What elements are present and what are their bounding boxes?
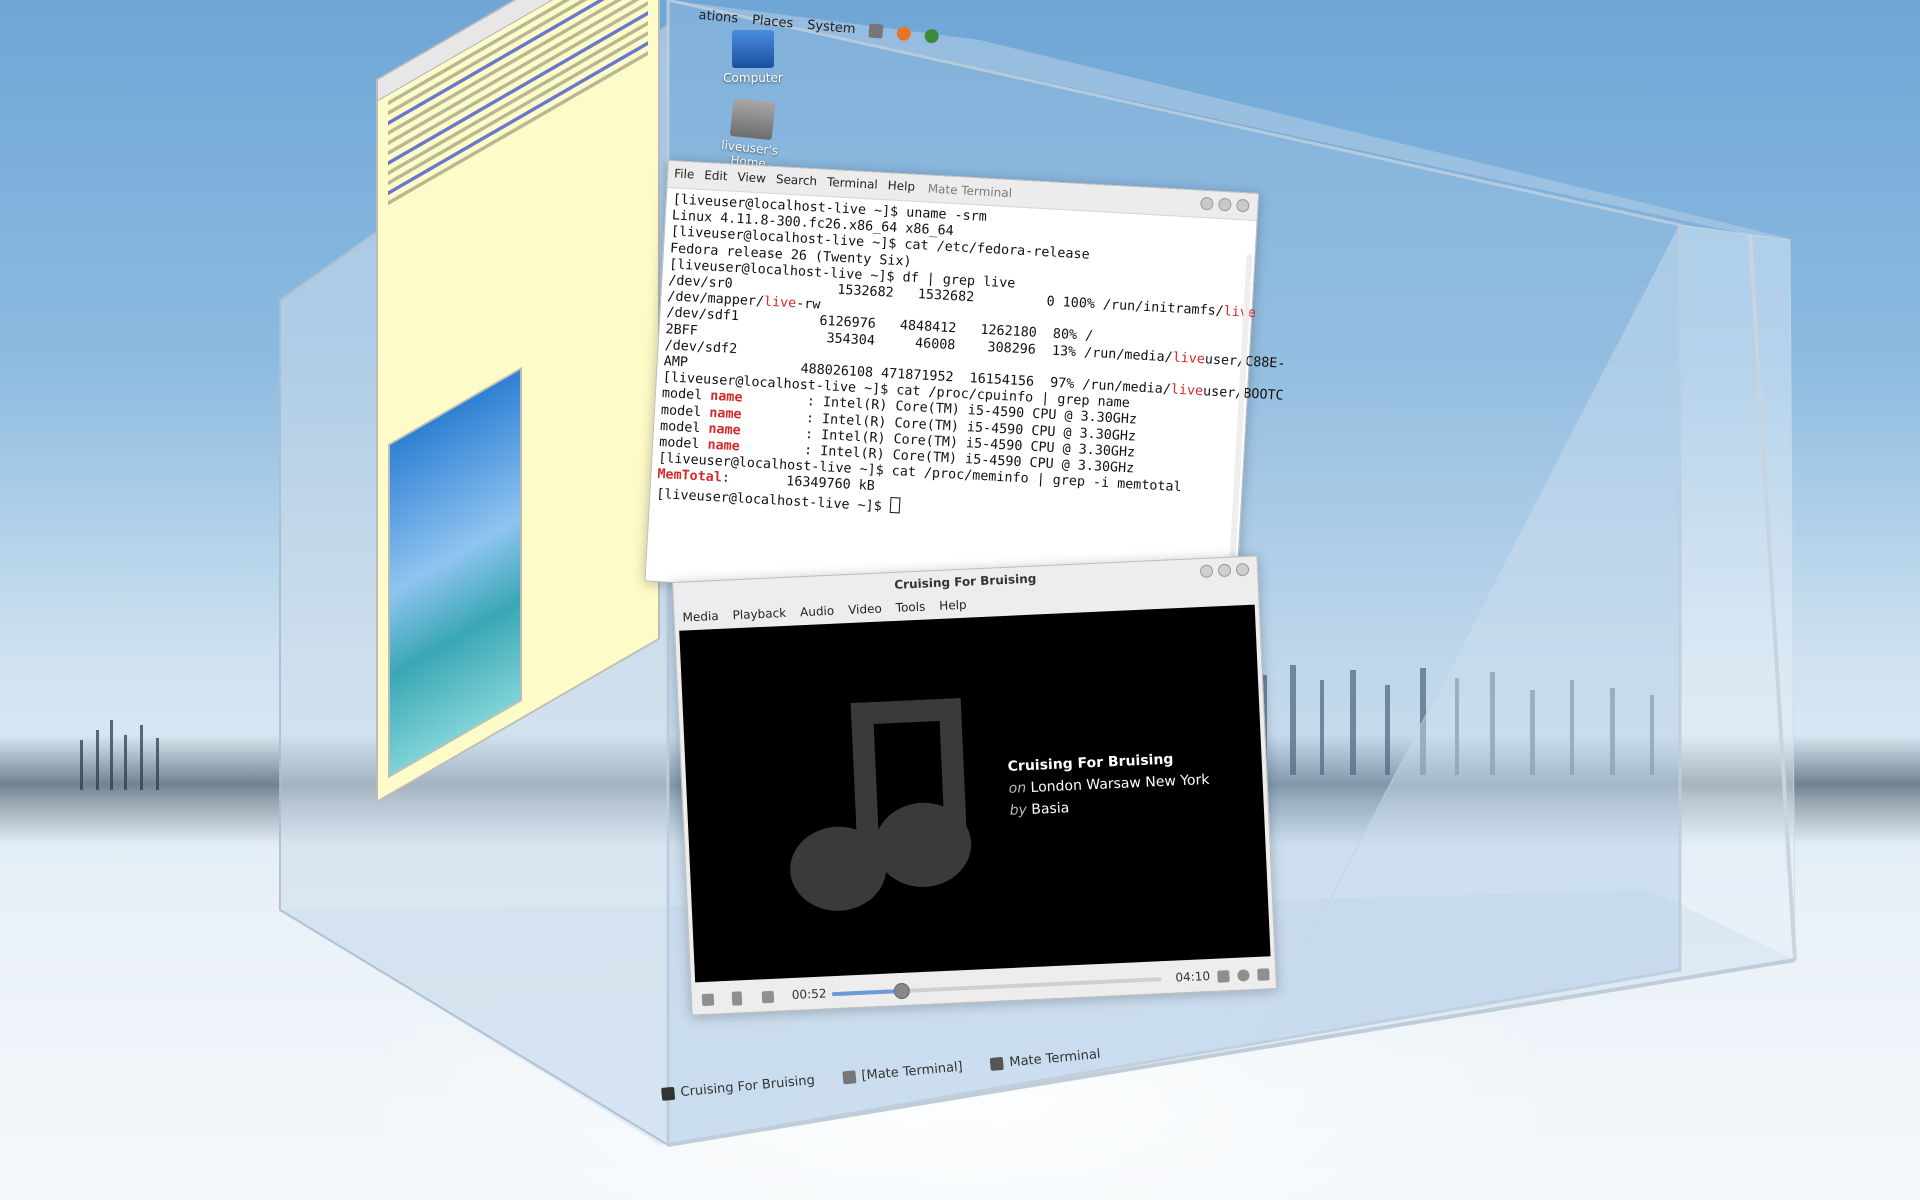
menu-file[interactable]: File (674, 166, 695, 181)
highlight-live: live (1172, 350, 1206, 367)
maximize-button[interactable] (1218, 197, 1232, 212)
terminal-line: model (659, 418, 709, 437)
task-label: Cruising For Bruising (679, 1072, 816, 1100)
media-player-window[interactable]: Cruising For Bruising Media Playback Aud… (672, 555, 1278, 1016)
menu-video[interactable]: Video (848, 598, 883, 622)
desktop-icon-label: Computer (723, 71, 783, 85)
terminal-icon (989, 1056, 1005, 1071)
next-icon[interactable] (761, 990, 775, 1004)
playlist-icon[interactable] (1237, 969, 1250, 982)
desktop-icon-computer[interactable]: Computer (708, 30, 798, 85)
terminal-output[interactable]: [liveuser@localhost-live ~]$ uname -srm … (650, 188, 1286, 535)
menu-terminal[interactable]: Terminal (827, 175, 878, 192)
terminal-launcher-icon[interactable] (868, 23, 884, 39)
music-note-icon (790, 698, 972, 911)
network-icon[interactable] (924, 28, 940, 44)
menu-help[interactable]: Help (887, 178, 915, 194)
play-icon (661, 1086, 676, 1101)
screenshot-image (388, 366, 522, 779)
terminal-window[interactable]: File Edit View Search Terminal Help Mate… (644, 160, 1286, 615)
video-area[interactable]: Cruising For Bruising on London Warsaw N… (679, 604, 1271, 983)
highlight-memtotal: MemTotal (656, 467, 723, 486)
menu-help[interactable]: Help (939, 594, 967, 617)
album-prefix: on (1008, 780, 1027, 797)
terminal-line: -rw (795, 296, 821, 313)
menu-playback[interactable]: Playback (732, 602, 786, 626)
panel-menu-system[interactable]: System (807, 17, 857, 36)
highlight-name: name (709, 389, 743, 406)
terminal-line: model (660, 402, 710, 421)
menu-edit[interactable]: Edit (704, 168, 728, 183)
previous-icon[interactable] (701, 993, 715, 1007)
highlight-live: live (1223, 304, 1257, 322)
firefox-icon[interactable] (896, 26, 912, 42)
close-button[interactable] (1235, 562, 1250, 577)
menu-audio[interactable]: Audio (800, 600, 835, 624)
panel-menu-places[interactable]: Places (751, 12, 794, 31)
highlight-live: live (1170, 382, 1204, 400)
task-media-player[interactable]: Cruising For Bruising (661, 1073, 815, 1102)
track-info: Cruising For Bruising on London Warsaw N… (1007, 747, 1211, 822)
maximize-button[interactable] (1217, 563, 1232, 578)
pause-icon[interactable] (731, 991, 743, 1006)
terminal-cursor (889, 496, 901, 514)
artist-prefix: by (1009, 802, 1028, 819)
task-terminal[interactable]: Mate Terminal (989, 1046, 1102, 1072)
terminal-line: model (661, 386, 711, 405)
taskbar: Cruising For Bruising [Mate Terminal] Ma… (660, 1025, 1221, 1112)
highlight-name: name (708, 405, 742, 423)
fullscreen-icon[interactable] (1217, 970, 1230, 983)
elapsed-time: 00:52 (791, 986, 827, 1002)
home-folder-icon (729, 97, 776, 141)
panel-menu-applications[interactable]: ations (698, 7, 739, 26)
task-label: [Mate Terminal] (860, 1059, 964, 1084)
menu-tools[interactable]: Tools (895, 596, 926, 619)
window-title: Cruising For Bruising (893, 571, 1037, 592)
close-button[interactable] (1235, 198, 1250, 213)
total-time: 04:10 (1175, 969, 1211, 985)
highlight-name: name (708, 421, 742, 439)
seek-progress (831, 989, 902, 997)
menu-view[interactable]: View (737, 170, 766, 186)
window-title: Mate Terminal (927, 181, 1013, 201)
seek-handle[interactable] (893, 982, 911, 1000)
menu-search[interactable]: Search (776, 172, 818, 188)
seek-bar[interactable] (831, 977, 1162, 1000)
minimize-button[interactable] (1200, 196, 1214, 211)
terminal-icon (842, 1069, 857, 1084)
minimize-button[interactable] (1199, 564, 1214, 579)
terminal-line: model (658, 435, 708, 453)
menu-icon[interactable] (1257, 968, 1270, 981)
highlight-name: name (707, 437, 741, 455)
highlight-live: live (763, 294, 797, 312)
artist-name: Basia (1030, 800, 1070, 818)
computer-icon (732, 30, 774, 68)
task-label: Mate Terminal (1008, 1046, 1102, 1070)
menu-media[interactable]: Media (682, 605, 719, 629)
task-terminal-minimized[interactable]: [Mate Terminal] (842, 1059, 963, 1085)
top-panel: ations Places System (697, 0, 1676, 119)
